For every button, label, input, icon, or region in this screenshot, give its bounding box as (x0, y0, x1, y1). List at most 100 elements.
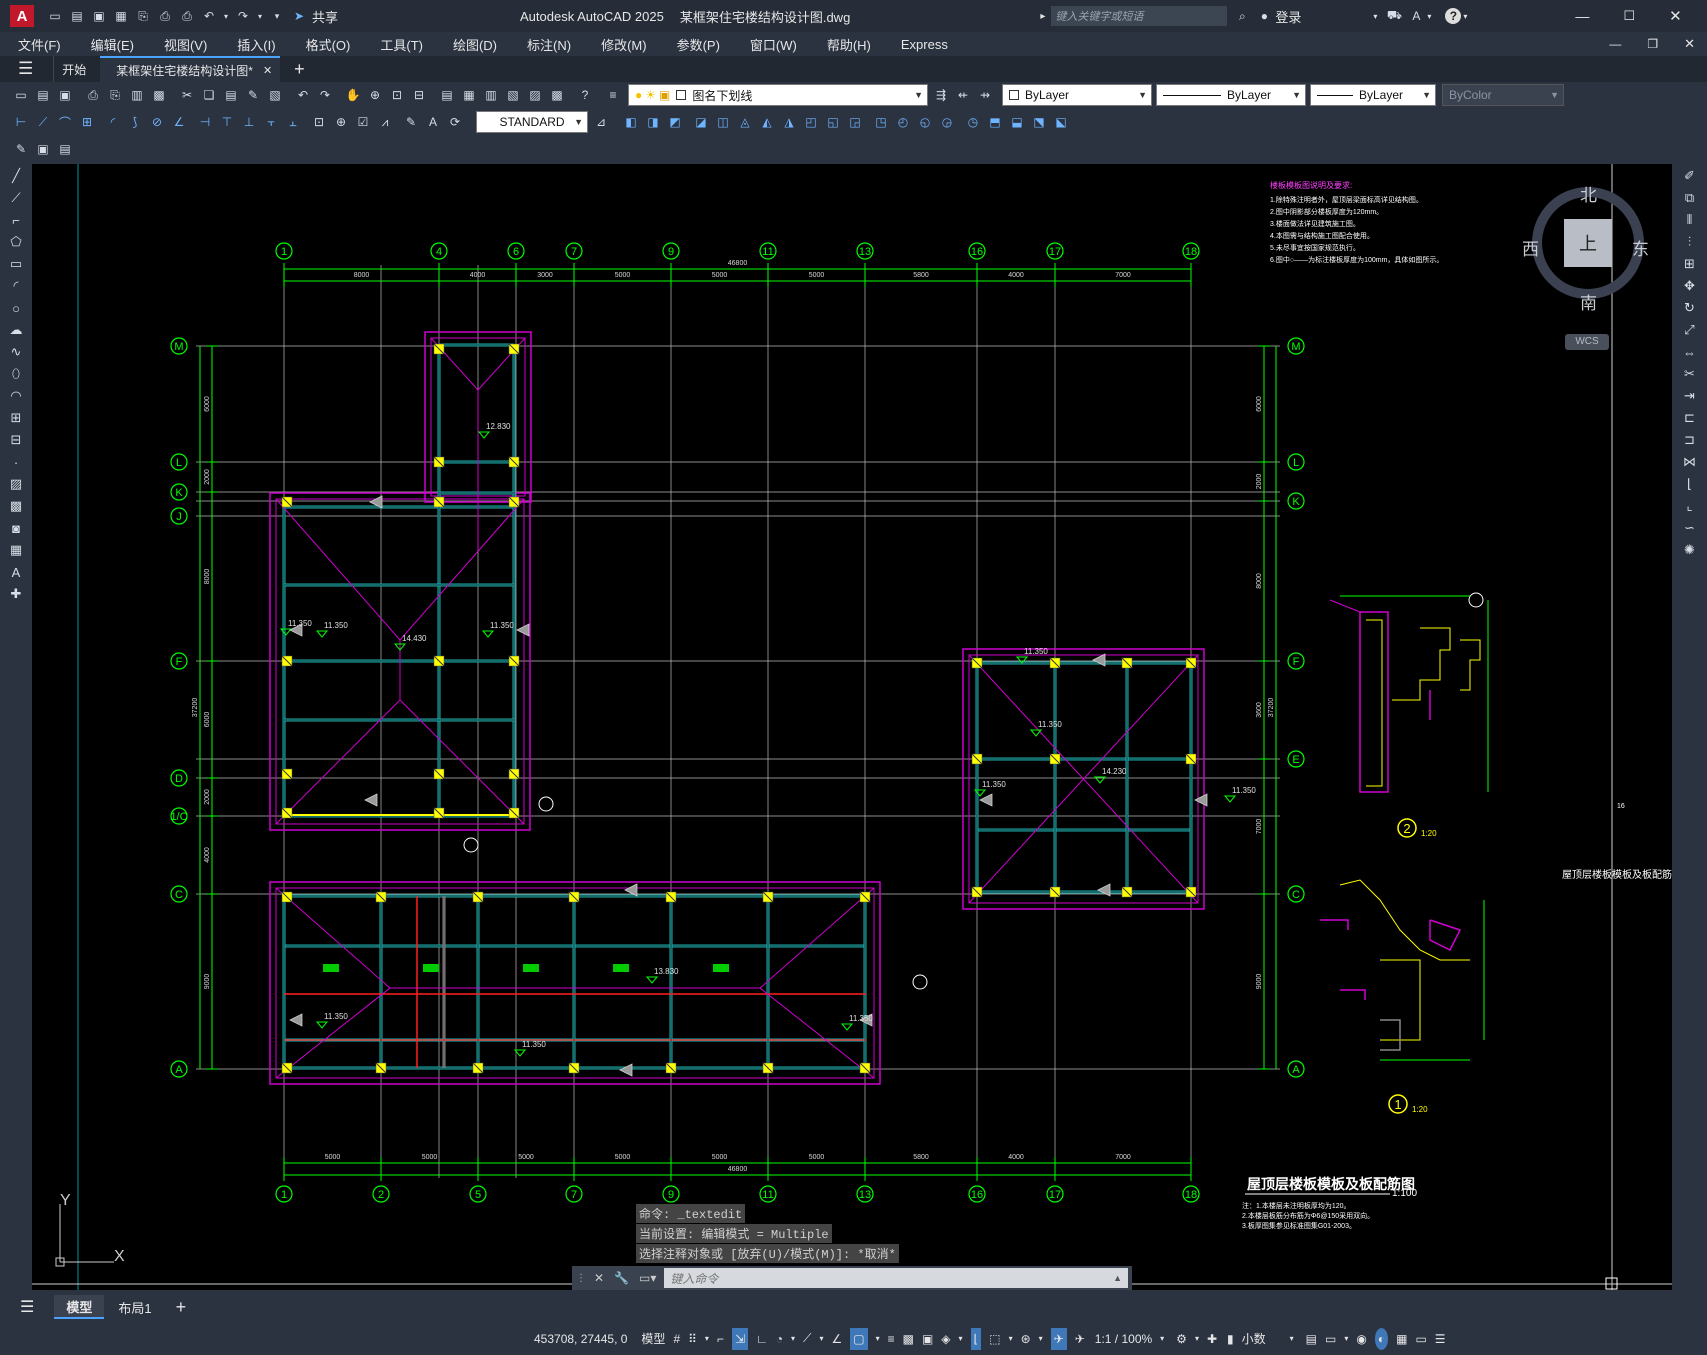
dynamic-input-icon[interactable]: ⇲ (731, 1327, 749, 1350)
linetype-dropdown[interactable]: ByLayer ▼ (1156, 84, 1306, 106)
menu-express[interactable]: Express (883, 37, 960, 52)
model-space-button[interactable]: 模型 (641, 1328, 665, 1350)
chevron-down-icon[interactable]: ▾ (876, 1328, 880, 1350)
chevron-down-icon[interactable]: ▾ (1160, 1328, 1164, 1350)
tab-close-icon[interactable]: ✕ (263, 64, 272, 77)
chevron-up-icon[interactable]: ▲ (1113, 1273, 1122, 1283)
chevron-down-icon[interactable]: ▾ (1463, 12, 1467, 21)
compass-north[interactable]: 北 (1580, 181, 1597, 206)
web-save-icon[interactable]: ⎙ (156, 7, 174, 25)
edit-block-icon[interactable]: ✎ (12, 140, 30, 158)
search-field[interactable]: 键入关键字或短语 (1051, 6, 1228, 26)
chevron-down-icon[interactable]: ▾ (256, 7, 264, 25)
rotate-icon[interactable]: ↻ (1679, 298, 1701, 318)
sun-icon[interactable]: ☀ (645, 88, 656, 102)
compass-west[interactable]: 西 (1522, 235, 1539, 260)
break-icon[interactable]: ⊐ (1679, 430, 1701, 450)
chevron-down-icon[interactable]: ▾ (1373, 12, 1377, 21)
sphere-icon[interactable]: ◪ (692, 113, 710, 131)
lineweight-icon[interactable]: ≡ (888, 1328, 895, 1350)
customization-icon[interactable]: ☰ (1435, 1328, 1446, 1350)
paste-icon[interactable]: ▤ (222, 86, 240, 104)
chamfer-icon[interactable]: ⌊ (1679, 474, 1701, 494)
line-icon[interactable]: ╱ (5, 166, 27, 186)
angular-icon[interactable]: ∠ (170, 113, 188, 131)
menu-view[interactable]: 视图(V) (146, 35, 219, 54)
save-icon[interactable]: ▣ (90, 7, 108, 25)
chevron-down-icon[interactable]: ▾ (705, 1328, 709, 1350)
help-icon[interactable]: ? (1445, 8, 1462, 24)
polygon-icon[interactable]: ⬠ (5, 232, 27, 252)
extend-icon[interactable]: ⇥ (1679, 386, 1701, 406)
search-input[interactable]: 键入关键字或短语 (1055, 8, 1143, 24)
command-input-field[interactable]: 键入命令 ▲ (664, 1268, 1128, 1288)
dim-edit-icon[interactable]: ✎ (402, 113, 420, 131)
command-line[interactable]: ⋮ ✕ 🔧 ▭▾ 键入命令 ▲ (572, 1266, 1132, 1290)
tool-palettes-icon[interactable]: ▥ (482, 86, 500, 104)
mirror-icon[interactable]: ⫴ (1679, 210, 1701, 230)
copy-icon[interactable]: ❏ (200, 86, 218, 104)
doc-minimize-icon[interactable]: — (1609, 37, 1621, 51)
annotation-scale[interactable]: 1:1 / 100% (1095, 1328, 1152, 1350)
dim-update-icon[interactable]: ⟳ (446, 113, 464, 131)
undo-icon[interactable]: ↶ (294, 86, 312, 104)
chevron-down-icon[interactable]: ▾ (1290, 1328, 1294, 1350)
print-icon[interactable]: ⎙ (178, 7, 196, 25)
open-icon[interactable]: ▤ (68, 7, 86, 25)
slice-icon[interactable]: ◶ (938, 113, 956, 131)
3d-align-icon[interactable]: ⬔ (1030, 113, 1048, 131)
copy-object-icon[interactable]: ⧉ (1679, 188, 1701, 208)
break-at-point-icon[interactable]: ⊏ (1679, 408, 1701, 428)
jogged-icon[interactable]: ⟆ (126, 113, 144, 131)
chevron-down-icon[interactable]: ▾ (222, 7, 230, 25)
isodraft-icon[interactable]: ⟋ (803, 1328, 811, 1350)
grid-icon[interactable]: # (673, 1328, 680, 1350)
lock-ui-icon[interactable]: ▭ (1325, 1328, 1336, 1350)
help-icon[interactable]: ? (576, 86, 594, 104)
spline-icon[interactable]: ∿ (5, 342, 27, 362)
cone-icon[interactable]: ◩ (666, 113, 684, 131)
revolve-icon[interactable]: ◳ (872, 113, 890, 131)
arc-icon[interactable]: ◜ (5, 276, 27, 296)
menu-format[interactable]: 格式(O) (288, 35, 363, 54)
doc-close-icon[interactable]: ✕ (1684, 36, 1695, 52)
radius-icon[interactable]: ◜ (104, 113, 122, 131)
wcs-button[interactable]: WCS (1565, 334, 1609, 350)
3d-mirror-icon[interactable]: ⬕ (1052, 113, 1070, 131)
hatch-icon[interactable]: ▨ (5, 474, 27, 494)
move-icon[interactable]: ✥ (1679, 276, 1701, 296)
app-logo[interactable]: A (10, 5, 34, 27)
trim-icon[interactable]: ✂ (1679, 364, 1701, 384)
diameter-icon[interactable]: ⊘ (148, 113, 166, 131)
plotstyle-dropdown[interactable]: ByColor ▼ (1442, 84, 1564, 106)
infer-constraints-icon[interactable]: ⌐ (717, 1328, 724, 1350)
linear-dim-icon[interactable]: ⊢ (12, 113, 30, 131)
redo-icon[interactable]: ↷ (316, 86, 334, 104)
quick-dim-icon[interactable]: ⊣ (196, 113, 214, 131)
menu-edit[interactable]: 编辑(E) (73, 35, 146, 54)
viewcube[interactable]: 上 北 南 东 西 (1522, 181, 1649, 313)
color-dropdown[interactable]: ByLayer ▼ (1002, 84, 1152, 106)
cylinder-icon[interactable]: ◨ (644, 113, 662, 131)
undo-icon[interactable]: ↶ (200, 7, 218, 25)
3d-rotate-icon[interactable]: ⬓ (1008, 113, 1026, 131)
make-block-icon[interactable]: ⊟ (5, 430, 27, 450)
customize-icon[interactable]: ▾ (268, 7, 286, 25)
box-icon[interactable]: ◧ (622, 113, 640, 131)
selection-cycling-icon[interactable]: ▣ (922, 1328, 933, 1350)
save-as-icon[interactable]: ▦ (112, 7, 130, 25)
dim-break-icon[interactable]: ⫠ (284, 113, 302, 131)
snap-icon[interactable]: ⠿ (688, 1328, 697, 1350)
circle-icon[interactable]: ○ (5, 298, 27, 318)
chevron-down-icon[interactable]: ▾ (959, 1328, 963, 1350)
offset-icon[interactable]: ⫶ (1679, 232, 1701, 252)
pyramid-icon[interactable]: ◭ (758, 113, 776, 131)
chevron-down-icon[interactable]: ▾ (1039, 1328, 1043, 1350)
units-icon[interactable]: ▮ (1227, 1328, 1234, 1350)
quick-properties-icon[interactable]: ▤ (1306, 1328, 1317, 1350)
text-style-dropdown[interactable]: STANDARD ▼ (476, 111, 588, 133)
zoom-realtime-icon[interactable]: ⊕ (366, 86, 384, 104)
menu-insert[interactable]: 插入(I) (219, 35, 287, 54)
pan-icon[interactable]: ✋ (344, 86, 362, 104)
layer-dropdown[interactable]: ● ☀ ▣ 图名下划线 ▼ (628, 84, 928, 106)
